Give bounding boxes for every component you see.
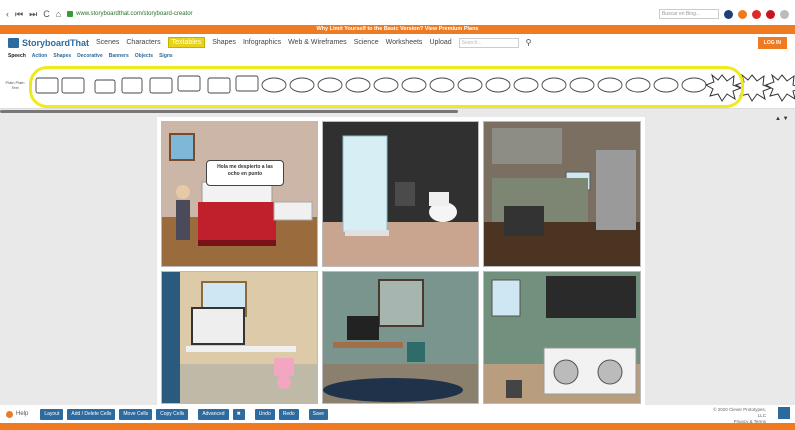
scroll-arrows[interactable]: ▲ ▼ bbox=[775, 116, 789, 122]
footer-bar bbox=[0, 423, 795, 430]
search-input[interactable]: Search... bbox=[458, 37, 519, 48]
bathroom-scene bbox=[323, 122, 478, 266]
browser-toolbar: ‹ ⏮ ⏭ C ⌂ www.storyboardthat.com/storybo… bbox=[0, 0, 795, 28]
storyboard-canvas: Hola me despierto a las ocho en punto bbox=[157, 117, 645, 405]
first-icon[interactable]: ⏮ bbox=[15, 9, 23, 20]
browser-search-input[interactable]: Buscar en Bing... bbox=[659, 9, 719, 19]
bedroom-scene bbox=[162, 122, 317, 266]
tab-decorative[interactable]: Decorative bbox=[77, 51, 103, 61]
tab-action[interactable]: Action bbox=[32, 51, 48, 61]
url-text: www.storyboardthat.com/storyboard-creato… bbox=[76, 11, 193, 17]
cell-kitchen[interactable] bbox=[483, 121, 641, 267]
bottom-toolbar: Help Layout Add / Delete Cells Move Cell… bbox=[0, 405, 795, 423]
nav-shapes[interactable]: Shapes bbox=[212, 39, 236, 46]
lock-icon bbox=[67, 11, 74, 17]
undo-button[interactable]: Undo bbox=[254, 408, 275, 420]
add-delete-cells-button[interactable]: Add / Delete Cells bbox=[67, 408, 116, 420]
laundry-scene bbox=[484, 272, 640, 403]
nav-upload[interactable]: Upload bbox=[429, 39, 451, 46]
logo-icon bbox=[8, 37, 19, 48]
home-icon[interactable]: ⌂ bbox=[56, 9, 61, 20]
address-bar[interactable]: www.storyboardthat.com/storyboard-creato… bbox=[67, 11, 193, 17]
logo-text: StoryboardThat bbox=[22, 37, 90, 48]
tab-speech[interactable]: Speech bbox=[8, 51, 26, 61]
advanced-button[interactable]: Advanced bbox=[198, 408, 229, 420]
help-icon bbox=[6, 410, 13, 418]
login-button[interactable]: LOG IN bbox=[757, 36, 787, 49]
tab-objects[interactable]: Objects bbox=[135, 51, 153, 61]
block-icon[interactable] bbox=[766, 9, 775, 19]
logo[interactable]: StoryboardThat bbox=[8, 37, 90, 48]
search-icon[interactable]: ⚲ bbox=[526, 38, 532, 47]
profile-icon[interactable] bbox=[724, 9, 733, 19]
tab-banners[interactable]: Banners bbox=[109, 51, 129, 61]
textables-subnav: Speech Action Shapes Decorative Banners … bbox=[0, 51, 795, 61]
scrollbar-thumb[interactable] bbox=[0, 110, 458, 113]
reload-icon[interactable]: C bbox=[43, 9, 50, 20]
cell-bathroom[interactable] bbox=[322, 121, 479, 267]
cell-study[interactable] bbox=[322, 271, 479, 404]
cell-office[interactable] bbox=[161, 271, 318, 404]
close-icon[interactable]: ✖ bbox=[232, 408, 245, 420]
nav-web-wireframes[interactable]: Web & Wireframes bbox=[288, 39, 347, 46]
help-button[interactable]: Help bbox=[6, 410, 29, 418]
study-scene bbox=[323, 272, 478, 403]
nav-characters[interactable]: Characters bbox=[126, 39, 160, 46]
office-scene bbox=[162, 272, 317, 403]
copyright-text: © 2020 Clever Prototypes, LLC bbox=[713, 407, 766, 418]
last-icon[interactable]: ⏭ bbox=[29, 9, 37, 20]
speech-bubble-palette: Plain Plain Text bbox=[0, 61, 795, 109]
premium-banner[interactable]: Why Limit Yourself to the Basic Version?… bbox=[0, 25, 795, 34]
help-label: Help bbox=[16, 411, 29, 417]
nav-textables[interactable]: Textables bbox=[167, 37, 206, 48]
save-button[interactable]: Save bbox=[308, 408, 329, 420]
back-icon[interactable]: ‹ bbox=[6, 9, 9, 20]
menu-icon[interactable] bbox=[780, 9, 789, 19]
speech-bubble-text: Hola me despierto a las ocho en punto bbox=[217, 164, 273, 177]
nav-worksheets[interactable]: Worksheets bbox=[386, 39, 423, 46]
highlight-annotation bbox=[29, 66, 744, 108]
tab-signs[interactable]: Signs bbox=[159, 51, 173, 61]
tab-shapes[interactable]: Shapes bbox=[53, 51, 71, 61]
cell-laundry[interactable] bbox=[483, 271, 641, 404]
kitchen-scene bbox=[484, 122, 640, 266]
speech-bubble[interactable]: Hola me despierto a las ocho en punto bbox=[206, 160, 284, 186]
fullscreen-icon[interactable] bbox=[778, 407, 790, 419]
cell-bedroom[interactable]: Hola me despierto a las ocho en punto bbox=[161, 121, 318, 267]
nav-scenes[interactable]: Scenes bbox=[96, 39, 119, 46]
browser-nav: ‹ ⏮ ⏭ C ⌂ bbox=[6, 9, 61, 20]
app-header: StoryboardThat Scenes Characters Textabl… bbox=[0, 34, 795, 51]
extension-icon[interactable] bbox=[738, 9, 747, 19]
redo-button[interactable]: Redo bbox=[278, 408, 299, 420]
palette-scrollbar[interactable] bbox=[0, 109, 795, 115]
nav-science[interactable]: Science bbox=[354, 39, 379, 46]
move-cells-button[interactable]: Move Cells bbox=[119, 408, 153, 420]
notification-icon[interactable] bbox=[752, 9, 761, 19]
nav-infographics[interactable]: Infographics bbox=[243, 39, 281, 46]
copy-cells-button[interactable]: Copy Cells bbox=[156, 408, 189, 420]
layout-button[interactable]: Layout bbox=[40, 408, 64, 420]
